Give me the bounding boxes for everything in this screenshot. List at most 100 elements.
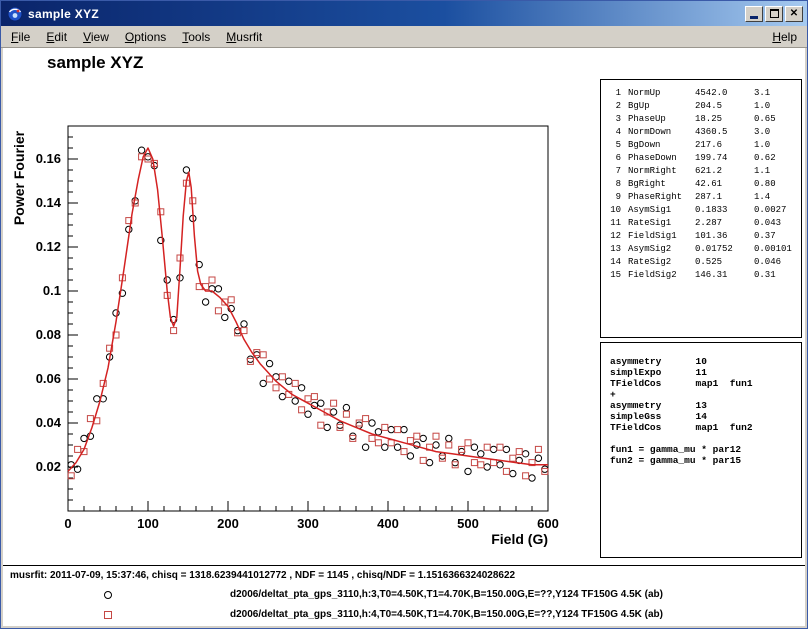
data-point-circle	[324, 424, 330, 430]
data-point-circle	[542, 466, 548, 472]
root-canvas[interactable]: sample XYZ 01002003004005006000.020.040.…	[3, 48, 805, 626]
data-point-circle	[497, 462, 503, 468]
window-controls: ✕	[745, 6, 803, 22]
data-point-square	[535, 446, 541, 452]
menu-musrfit[interactable]: Musrfit	[218, 26, 270, 47]
data-point-square	[375, 440, 381, 446]
menu-help[interactable]: Help	[764, 26, 805, 47]
menu-options[interactable]: Options	[117, 26, 174, 47]
data-point-square	[414, 433, 420, 439]
data-point-square	[363, 416, 369, 422]
data-point-square	[318, 422, 324, 428]
x-tick-label: 0	[64, 516, 71, 531]
data-point-circle	[522, 451, 528, 457]
data-point-circle	[401, 426, 407, 432]
param-row: 13AsymSig20.017520.00101	[608, 243, 801, 256]
data-point-circle	[318, 400, 324, 406]
legend-item: d2006/deltat_pta_gps_3110,h:3,T0=4.50K,T…	[3, 586, 805, 606]
param-row: 15FieldSig2146.310.31	[608, 269, 801, 282]
data-point-circle	[426, 459, 432, 465]
data-point-square	[446, 442, 452, 448]
minimize-button[interactable]	[745, 6, 763, 22]
param-row: 7NormRight621.21.1	[608, 165, 801, 178]
data-point-square	[158, 209, 164, 215]
y-tick-label: 0.06	[36, 371, 61, 386]
data-point-circle	[484, 464, 490, 470]
data-point-circle	[337, 422, 343, 428]
data-point-circle	[478, 451, 484, 457]
data-point-square	[343, 411, 349, 417]
data-point-square	[433, 433, 439, 439]
data-point-square	[311, 394, 317, 400]
data-point-circle	[330, 409, 336, 415]
menubar-right: Help	[764, 26, 805, 47]
data-point-circle	[407, 453, 413, 459]
param-row: 5BgDown217.61.0	[608, 139, 801, 152]
parameter-panel: 1NormUp4542.03.12BgUp204.51.03PhaseUp18.…	[600, 79, 802, 338]
data-point-square	[331, 400, 337, 406]
data-point-square	[241, 328, 247, 334]
data-point-square	[420, 457, 426, 463]
data-point-circle	[266, 360, 272, 366]
data-point-square	[465, 440, 471, 446]
data-point-square	[523, 473, 529, 479]
data-point-square	[279, 374, 285, 380]
y-tick-label: 0.04	[36, 415, 62, 430]
x-tick-label: 200	[217, 516, 239, 531]
theory-line: asymmetry 10	[610, 356, 801, 367]
data-point-circle	[343, 404, 349, 410]
data-point-circle	[510, 470, 516, 476]
data-point-square	[369, 435, 375, 441]
data-point-circle	[529, 475, 535, 481]
data-point-square	[209, 277, 215, 283]
data-point-circle	[305, 411, 311, 417]
close-button[interactable]: ✕	[785, 6, 803, 22]
maximize-button[interactable]	[765, 6, 783, 22]
data-point-square	[478, 462, 484, 468]
circle-marker-icon	[104, 591, 112, 599]
titlebar[interactable]: sample XYZ ✕	[1, 1, 807, 26]
data-point-circle	[375, 429, 381, 435]
data-point-square	[299, 407, 305, 413]
data-point-circle	[433, 442, 439, 448]
data-point-circle	[241, 321, 247, 327]
data-point-square	[510, 455, 516, 461]
data-point-circle	[260, 380, 266, 386]
y-tick-label: 0.14	[36, 195, 62, 210]
data-point-square	[497, 444, 503, 450]
minimize-icon	[750, 16, 758, 19]
data-point-circle	[394, 444, 400, 450]
theory-line	[610, 433, 801, 444]
square-marker-icon	[104, 611, 112, 619]
data-point-circle	[94, 396, 100, 402]
theory-line: fun1 = gamma_mu * par12	[610, 444, 801, 455]
close-icon: ✕	[790, 9, 798, 19]
param-row: 6PhaseDown199.740.62	[608, 152, 801, 165]
data-point-square	[87, 416, 93, 422]
data-point-circle	[465, 468, 471, 474]
footer-separator	[3, 565, 805, 566]
data-point-circle	[369, 420, 375, 426]
data-point-circle	[446, 435, 452, 441]
menu-view[interactable]: View	[75, 26, 117, 47]
param-row: 3PhaseUp18.250.65	[608, 113, 801, 126]
legend-item: d2006/deltat_pta_gps_3110,h:4,T0=4.50K,T…	[3, 606, 805, 626]
x-tick-label: 100	[137, 516, 159, 531]
data-point-circle	[382, 444, 388, 450]
app-window: sample XYZ ✕ FileEditViewOptionsToolsMus…	[0, 0, 808, 629]
menu-file[interactable]: File	[3, 26, 38, 47]
data-point-circle	[362, 444, 368, 450]
data-point-square	[503, 468, 509, 474]
data-point-circle	[535, 455, 541, 461]
menu-edit[interactable]: Edit	[38, 26, 75, 47]
param-row: 4NormDown4360.53.0	[608, 126, 801, 139]
menu-tools[interactable]: Tools	[174, 26, 218, 47]
data-point-square	[292, 380, 298, 386]
menubar: FileEditViewOptionsToolsMusrfit Help	[1, 26, 807, 48]
data-point-circle	[81, 435, 87, 441]
data-point-square	[260, 352, 266, 358]
data-point-circle	[420, 435, 426, 441]
data-point-square	[407, 438, 413, 444]
param-row: 9PhaseRight287.11.4	[608, 191, 801, 204]
theory-line: asymmetry 13	[610, 400, 801, 411]
